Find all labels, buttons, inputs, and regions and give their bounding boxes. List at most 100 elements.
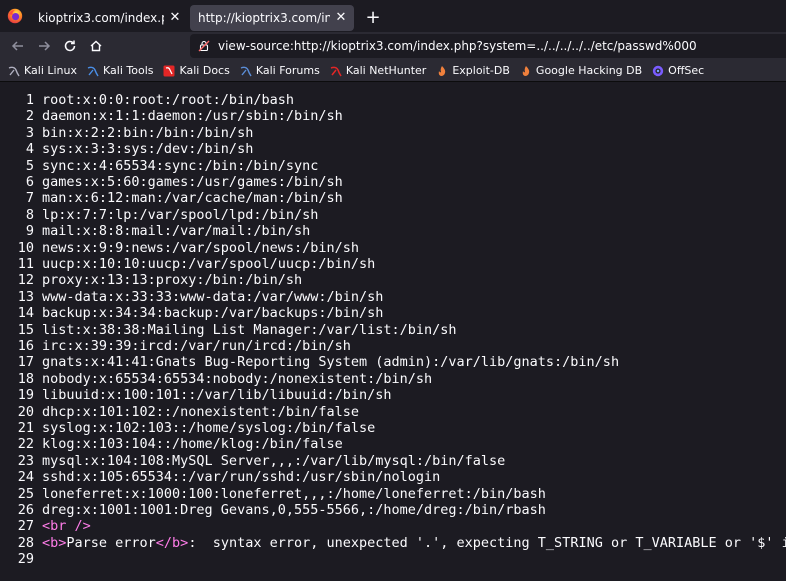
source-line: 7 man:x:6:12:man:/var/cache/man:/bin/sh [0, 190, 343, 206]
line-number: 4 [25, 141, 34, 158]
forward-button[interactable] [31, 34, 57, 58]
source-line: 2 daemon:x:1:1:daemon:/usr/sbin:/bin/sh [0, 108, 343, 124]
parse-error-label: Parse error [66, 534, 156, 551]
br-tag: <br /> [42, 518, 91, 535]
source-line: 21 syslog:x:102:103::/home/syslog:/bin/fa… [0, 420, 376, 436]
new-tab-button[interactable]: + [360, 7, 386, 28]
source-line: 26 dreg:x:1001:1001:Dreg Gevans,0,555-556… [0, 502, 546, 518]
line-number: 6 [25, 174, 34, 190]
line-number: 22 [17, 436, 34, 453]
line-text: uucp:x:10:10:uucp:/var/spool/uucp:/bin/s… [42, 256, 376, 272]
line-number: 25 [17, 485, 34, 502]
parse-error-message: : syntax error, unexpected '.', expectin… [188, 534, 786, 551]
bookmark-label: OffSec [668, 64, 705, 77]
bold-close-tag: </b> [155, 534, 189, 551]
line-text: syslog:x:102:103::/home/syslog:/bin/fals… [42, 420, 376, 436]
line-number: 13 [17, 288, 34, 305]
source-line: 19 libuuid:x:100:101::/var/lib/libuuid:/b… [0, 387, 392, 403]
source-line: 14 backup:x:34:34:backup:/var/backups:/bi… [0, 305, 384, 322]
line-text: klog:x:103:104::/home/klog:/bin/false [42, 436, 343, 453]
nethunter-icon [330, 65, 342, 77]
source-line: 13 www-data:x:33:33:www-data:/var/www:/bi… [0, 288, 384, 305]
kali-tools-icon [87, 65, 99, 77]
bookmark-google-hacking-db[interactable]: Google Hacking DB [520, 64, 642, 77]
bookmark-kali-forums[interactable]: Kali Forums [240, 64, 320, 77]
line-number: 3 [25, 124, 34, 141]
line-text: nobody:x:65534:65534:nobody:/nonexistent… [42, 370, 433, 387]
source-line: 16 irc:x:39:39:ircd:/var/run/ircd:/bin/sh [0, 338, 351, 354]
line-number: 24 [17, 469, 34, 486]
source-line: 8 lp:x:7:7:lp:/var/spool/lpd:/bin/sh [0, 207, 318, 223]
bold-open-tag: <b> [42, 534, 67, 551]
line-number: 1 [25, 92, 34, 108]
bookmark-kali-nethunter[interactable]: Kali NetHunter [330, 64, 426, 77]
line-number: 17 [17, 354, 34, 371]
navigation-toolbar: view-source:http://kioptrix3.com/index.p… [0, 32, 786, 60]
source-line: 25 loneferret:x:1000:100:loneferret,,,:/h… [0, 486, 546, 502]
kali-icon [8, 65, 20, 77]
close-tab-icon[interactable]: ✕ [168, 10, 182, 25]
tab-label: http://kioptrix3.com/index.ph [198, 10, 330, 25]
line-number: 19 [17, 387, 34, 404]
reload-button[interactable] [57, 34, 83, 58]
firefox-menu-icon[interactable] [0, 0, 30, 32]
source-line: 1 root:x:0:0:root:/root:/bin/bash [0, 92, 294, 108]
line-number: 26 [17, 502, 34, 518]
source-line: 15 list:x:38:38:Mailing List Manager:/var… [0, 322, 457, 338]
source-line: 6 games:x:5:60:games:/usr/games:/bin/sh [0, 174, 343, 190]
back-button[interactable] [5, 34, 31, 58]
line-text: news:x:9:9:news:/var/spool/news:/bin/sh [42, 239, 359, 256]
bookmark-exploit-db[interactable]: Exploit-DB [436, 64, 510, 77]
source-line: 3 bin:x:2:2:bin:/bin:/bin/sh [0, 125, 253, 141]
line-number: 2 [25, 108, 34, 125]
bookmark-kali-tools[interactable]: Kali Tools [87, 64, 153, 77]
kali-docs-icon [163, 65, 175, 77]
bookmarks-toolbar: Kali Linux Kali Tools Kali Docs Kali For… [0, 60, 786, 82]
address-bar[interactable]: view-source:http://kioptrix3.com/index.p… [190, 34, 786, 58]
insecure-page-icon[interactable] [198, 40, 210, 52]
line-text: gnats:x:41:41:Gnats Bug-Reporting System… [42, 354, 620, 371]
close-tab-icon[interactable]: ✕ [334, 10, 348, 25]
line-number: 29 [17, 551, 34, 568]
offsec-icon [652, 65, 664, 77]
source-line: 18 nobody:x:65534:65534:nobody:/nonexiste… [0, 371, 432, 387]
line-text: man:x:6:12:man:/var/cache/man:/bin/sh [42, 190, 343, 207]
line-text: www-data:x:33:33:www-data:/var/www:/bin/… [42, 288, 384, 305]
ghdb-icon [520, 65, 532, 77]
source-line: 11 uucp:x:10:10:uucp:/var/spool/uucp:/bin… [0, 256, 376, 272]
tab-kioptrix-index[interactable]: kioptrix3.com/index.php?sys ✕ [30, 5, 188, 31]
source-line: 12 proxy:x:13:13:proxy:/bin:/bin/sh [0, 272, 302, 288]
home-button[interactable] [83, 34, 109, 58]
source-line: 24 sshd:x:105:65534::/var/run/sshd:/usr/s… [0, 469, 441, 486]
bookmark-kali-docs[interactable]: Kali Docs [163, 64, 230, 77]
back-arrow-icon [11, 41, 23, 51]
line-text: libuuid:x:100:101::/var/lib/libuuid:/bin… [42, 387, 392, 404]
line-text: backup:x:34:34:backup:/var/backups:/bin/… [42, 305, 384, 322]
source-line: 22 klog:x:103:104::/home/klog:/bin/false [0, 436, 343, 452]
url-text[interactable]: view-source:http://kioptrix3.com/index.p… [218, 39, 697, 53]
forward-arrow-icon [39, 41, 51, 51]
source-line-empty: 29 [0, 551, 42, 567]
line-number: 5 [25, 157, 34, 174]
bookmark-kali-linux[interactable]: Kali Linux [8, 64, 77, 77]
bookmark-offsec[interactable]: OffSec [652, 64, 704, 77]
source-line-parse-error: 28 <b>Parse error</b>: syntax error, unex… [0, 535, 786, 551]
line-number: 11 [17, 256, 34, 272]
line-text: dhcp:x:101:102::/nonexistent:/bin/false [42, 403, 359, 420]
reload-icon [64, 40, 76, 52]
source-line: 10 news:x:9:9:news:/var/spool/news:/bin/s… [0, 240, 359, 256]
tab-view-source[interactable]: http://kioptrix3.com/index.ph ✕ [190, 4, 354, 31]
line-number: 27 [17, 518, 34, 535]
tab-strip: kioptrix3.com/index.php?sys ✕ http://kio… [0, 0, 786, 32]
line-number: 20 [17, 403, 34, 420]
source-line: 4 sys:x:3:3:sys:/dev:/bin/sh [0, 141, 253, 157]
line-text: sshd:x:105:65534::/var/run/sshd:/usr/sbi… [42, 469, 441, 486]
line-text: proxy:x:13:13:proxy:/bin:/bin/sh [42, 272, 303, 289]
line-number: 15 [17, 321, 34, 338]
line-text: sys:x:3:3:sys:/dev:/bin/sh [42, 141, 254, 158]
line-text: dreg:x:1001:1001:Dreg Gevans,0,555-5566,… [42, 502, 546, 518]
tab-label: kioptrix3.com/index.php?sys [38, 10, 164, 25]
line-number: 18 [17, 370, 34, 387]
bookmark-label: Kali Forums [255, 64, 320, 77]
exploit-db-icon [436, 65, 448, 77]
